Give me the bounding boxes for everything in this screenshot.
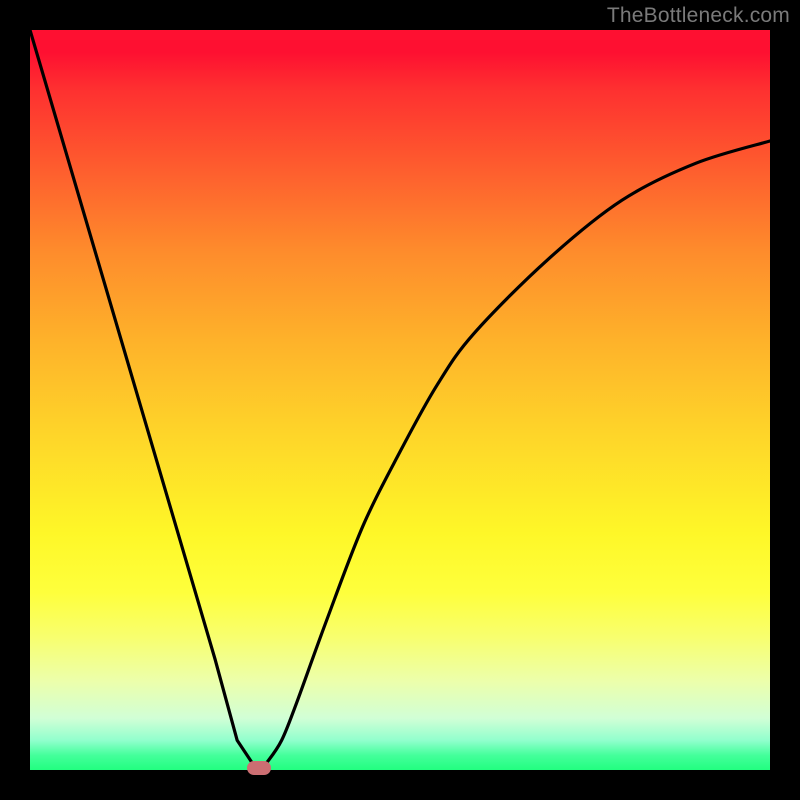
watermark-text: TheBottleneck.com [607,4,790,28]
chart-container: TheBottleneck.com [0,0,800,800]
plot-area [30,30,770,770]
minimum-marker [247,761,271,775]
bottleneck-curve [30,30,770,770]
